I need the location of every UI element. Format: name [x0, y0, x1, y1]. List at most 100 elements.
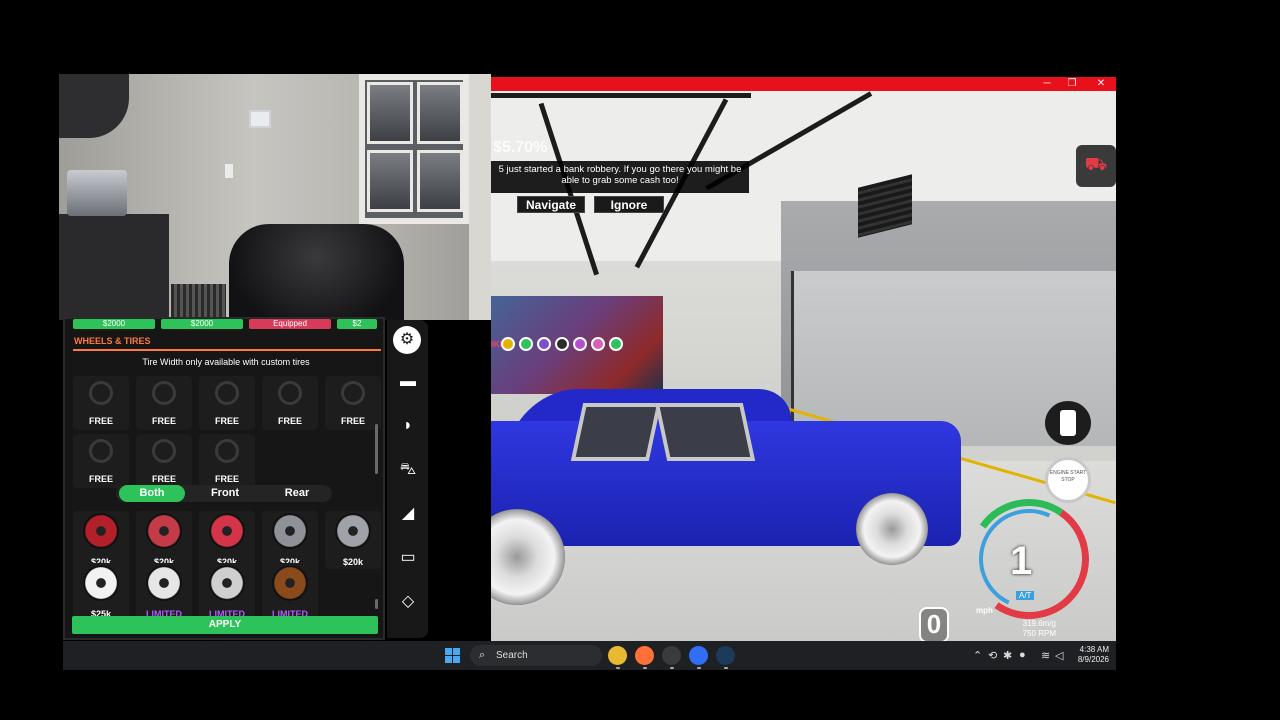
axle-option-front[interactable]: Front — [192, 485, 258, 502]
close-button[interactable]: ✕ — [1087, 77, 1115, 91]
tire-option[interactable]: FREE — [199, 376, 255, 430]
tire-option[interactable]: FREE — [325, 376, 381, 430]
wheel-price: $20k — [342, 557, 364, 567]
running-indicator — [616, 667, 620, 669]
microphone-icon[interactable]: ● — [1019, 649, 1026, 661]
chrome-icon[interactable] — [608, 646, 627, 665]
volume-icon[interactable]: ◁ — [1055, 649, 1063, 662]
category-sidebar: ⚙ ▬ ◗ ⛍ ◢ ▭ ◇ — [387, 320, 428, 638]
obs-icon[interactable] — [662, 646, 681, 665]
running-indicator — [670, 667, 674, 669]
partial-value: $5.70% — [493, 139, 548, 156]
price-pill[interactable]: $2000 — [161, 319, 243, 329]
wheel-option[interactable]: $20k — [262, 511, 318, 569]
taskbar-search[interactable]: ⌕ Search — [470, 645, 602, 666]
webcam-dresser — [59, 214, 169, 320]
speed-unit: mph — [976, 606, 993, 615]
wheel-option[interactable]: LIMITED — [262, 563, 318, 621]
tire-price: FREE — [214, 474, 239, 484]
tire-icon — [341, 381, 365, 405]
wheels-tires-panel: $2000 $2000 Equipped $2 WHEELS & TIRES T… — [63, 317, 385, 640]
clock-time: 4:38 AM — [1079, 645, 1109, 654]
house-marker-icon — [537, 337, 551, 351]
gauge-stats: 319.6m/g 750 RPM — [1001, 619, 1056, 639]
game-viewport[interactable]: ROANOKE $5.70% 5 just started a bank rob… — [491, 91, 1116, 641]
rim-icon — [209, 565, 245, 601]
rim-icon — [272, 513, 308, 549]
headlight-icon[interactable]: ◗ — [394, 414, 422, 438]
firefox-icon[interactable] — [635, 646, 654, 665]
engine-start-button[interactable]: ENGINE START STOP — [1045, 457, 1091, 503]
front-wheel — [856, 493, 928, 565]
minimize-button[interactable]: ─ — [1033, 77, 1061, 91]
running-indicator — [697, 667, 701, 669]
car-lift-icon[interactable]: ⛍ — [394, 458, 422, 482]
equipped-pill[interactable]: Equipped — [249, 319, 331, 329]
rim-icon — [83, 565, 119, 601]
tire-icon — [152, 381, 176, 405]
tire-option[interactable]: FREE — [73, 434, 129, 488]
gas-marker-icon — [519, 337, 533, 351]
wheel-option[interactable]: $25k — [73, 563, 129, 621]
wheel-scrollbar[interactable] — [375, 599, 378, 609]
tire-price: FREE — [88, 474, 113, 484]
tire-icon — [152, 439, 176, 463]
webcam-heater — [171, 284, 226, 320]
taskbar-clock[interactable]: 4:38 AM 8/9/2026 — [1071, 645, 1109, 665]
wheel-option[interactable]: $20k — [199, 511, 255, 569]
running-indicator — [724, 667, 728, 669]
steam-icon[interactable] — [716, 646, 735, 665]
transmission-mode[interactable]: A/T — [1016, 591, 1035, 600]
rpm-readout: 750 RPM — [1022, 629, 1056, 638]
tire-price: FREE — [214, 416, 239, 426]
start-button[interactable] — [445, 648, 460, 663]
wheel-option[interactable]: $20k — [136, 511, 192, 569]
exhaust-icon[interactable]: ▬ — [394, 370, 422, 394]
tire-scrollbar[interactable] — [375, 424, 378, 474]
tire-icon — [215, 381, 239, 405]
wheel-option[interactable]: $20k — [325, 511, 381, 569]
car-menu-icon[interactable]: ⛟ — [1076, 145, 1116, 187]
panel-title: WHEELS & TIRES — [74, 336, 151, 346]
phone-icon — [1060, 410, 1076, 436]
speed-readout: 0 — [919, 607, 949, 641]
chevron-up-icon[interactable]: ⌃ — [973, 649, 982, 662]
window-titlebar: ─ ❐ ✕ — [491, 77, 1116, 91]
map-markers — [501, 337, 623, 353]
webcam-window — [359, 74, 469, 224]
phone-button[interactable] — [1045, 401, 1091, 445]
tire-icon — [215, 439, 239, 463]
wifi-icon[interactable]: ≋ — [1041, 649, 1050, 662]
tire-option[interactable]: FREE — [73, 376, 129, 430]
bluetooth-icon[interactable]: ✱ — [1003, 649, 1012, 662]
windows-taskbar: ⌕ Search ⌃ ⟲ ✱ ● ≋ ◁ 4:38 AM 8/9/2026 — [63, 641, 1116, 670]
navigate-button[interactable]: Navigate — [517, 196, 585, 213]
tire-option[interactable]: FREE — [136, 376, 192, 430]
price-pill[interactable]: $2 — [337, 319, 377, 329]
axle-option-rear[interactable]: Rear — [264, 485, 330, 502]
wheel-icon[interactable]: ⚙ — [393, 326, 421, 354]
price-pill[interactable]: $2000 — [73, 319, 155, 329]
bumper-icon[interactable]: ▭ — [394, 546, 422, 570]
wheel-option[interactable]: $20k — [73, 511, 129, 569]
tire-price: FREE — [277, 416, 302, 426]
clock-date: 8/9/2026 — [1077, 655, 1109, 664]
wheel-option[interactable]: LIMITED — [199, 563, 255, 621]
tire-price: FREE — [88, 416, 113, 426]
axle-option-both[interactable]: Both — [119, 485, 185, 502]
bank-marker-icon — [501, 337, 515, 351]
roblox-icon[interactable] — [689, 646, 708, 665]
rim-icon — [209, 513, 245, 549]
tire-option[interactable]: FREE — [136, 434, 192, 488]
tire-option[interactable]: FREE — [262, 376, 318, 430]
rim-icon — [335, 513, 371, 549]
spoiler-icon[interactable]: ◢ — [394, 502, 422, 526]
accel-readout: 319.6m/g — [1022, 619, 1056, 628]
wheel-option[interactable]: LIMITED — [136, 563, 192, 621]
ignore-button[interactable]: Ignore — [594, 196, 664, 213]
apply-button[interactable]: APPLY — [72, 616, 378, 634]
maximize-button[interactable]: ❐ — [1058, 77, 1086, 91]
tire-option[interactable]: FREE — [199, 434, 255, 488]
tray-app-icon[interactable]: ⟲ — [988, 649, 997, 662]
windshield-icon[interactable]: ◇ — [394, 590, 422, 614]
